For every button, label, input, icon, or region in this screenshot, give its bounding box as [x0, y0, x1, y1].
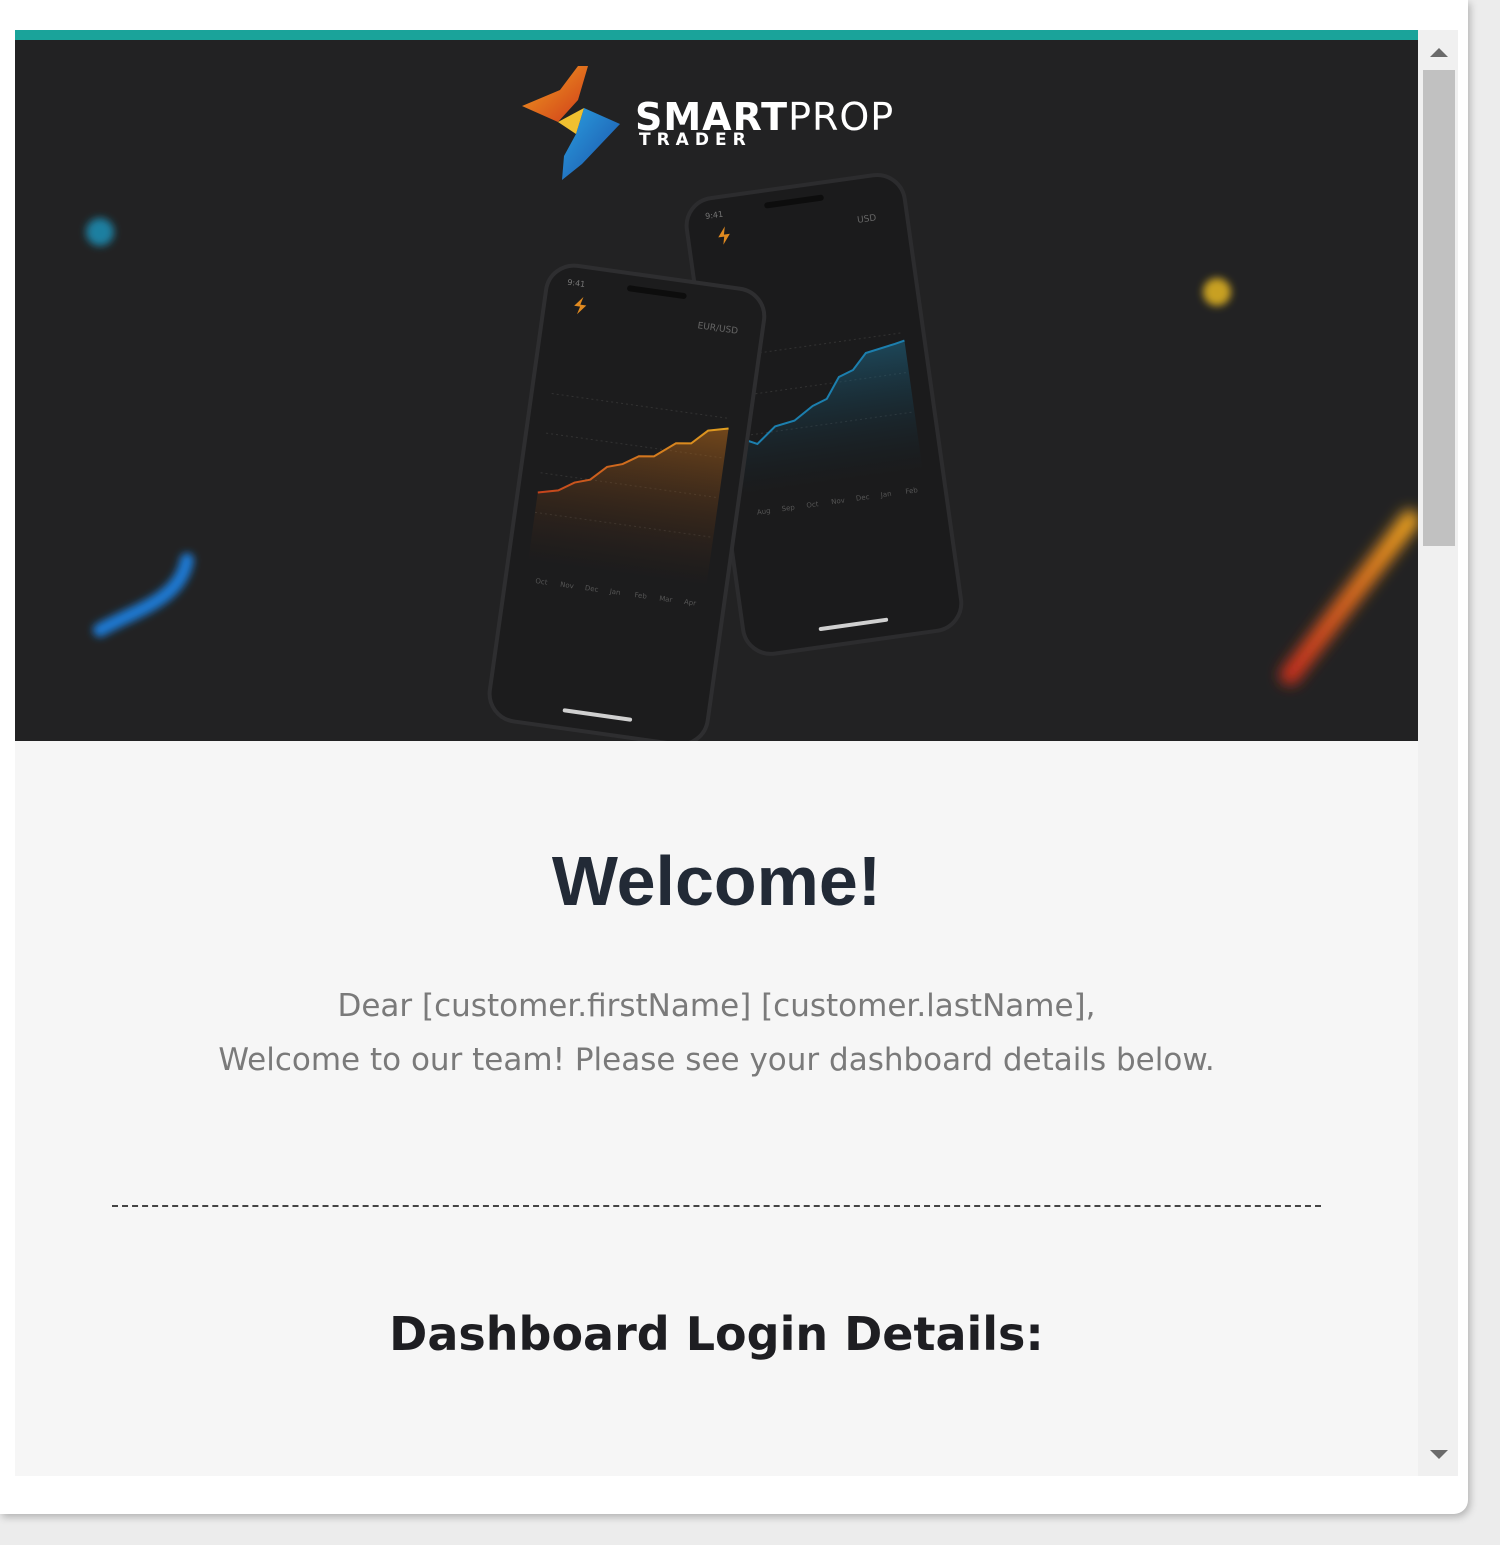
front-phone: 9:41 EUR/USD Oct Nov Dec Jan Feb Mar Apr [487, 263, 767, 741]
brand-wordmark: SMARTPROP TRADER [635, 98, 894, 149]
scroll-down-arrow-icon[interactable] [1430, 1450, 1448, 1459]
vertical-scrollbar[interactable] [1418, 30, 1458, 1476]
email-body: Welcome! Dear [customer.firstName] [cust… [15, 741, 1418, 1476]
hero-banner: 9:41 USD Aug Sep Oct Nov Dec Jan Feb 9:4… [15, 40, 1418, 741]
email-preview-dialog: 9:41 USD Aug Sep Oct Nov Dec Jan Feb 9:4… [0, 0, 1468, 1514]
svg-text:Jan: Jan [608, 587, 621, 597]
email-preview-frame: 9:41 USD Aug Sep Oct Nov Dec Jan Feb 9:4… [15, 30, 1458, 1476]
greeting-line-1: Dear [customer.firstName] [customer.last… [337, 988, 1096, 1024]
svg-text:Jan: Jan [879, 490, 892, 500]
blue-dot-decoration [86, 218, 114, 246]
blue-streak-decoration [93, 553, 194, 637]
scroll-up-arrow-icon[interactable] [1430, 48, 1448, 57]
dashed-divider [112, 1205, 1321, 1207]
greeting-line-2: Welcome to our team! Please see your das… [218, 1042, 1215, 1078]
orange-streak-decoration [1280, 510, 1418, 685]
greeting-text: Dear [customer.firstName] [customer.last… [15, 979, 1418, 1087]
svg-text:Apr: Apr [683, 598, 696, 608]
smartprop-logo-icon [522, 66, 620, 180]
brand-name-light: PROP [788, 95, 895, 139]
svg-text:Oct: Oct [535, 577, 548, 587]
gold-dot-decoration [1203, 278, 1231, 306]
accent-bar [15, 30, 1418, 40]
svg-text:Oct: Oct [806, 500, 819, 510]
welcome-heading: Welcome! [551, 842, 882, 920]
dashboard-login-heading: Dashboard Login Details: [389, 1307, 1044, 1361]
scrollbar-thumb[interactable] [1423, 70, 1455, 546]
